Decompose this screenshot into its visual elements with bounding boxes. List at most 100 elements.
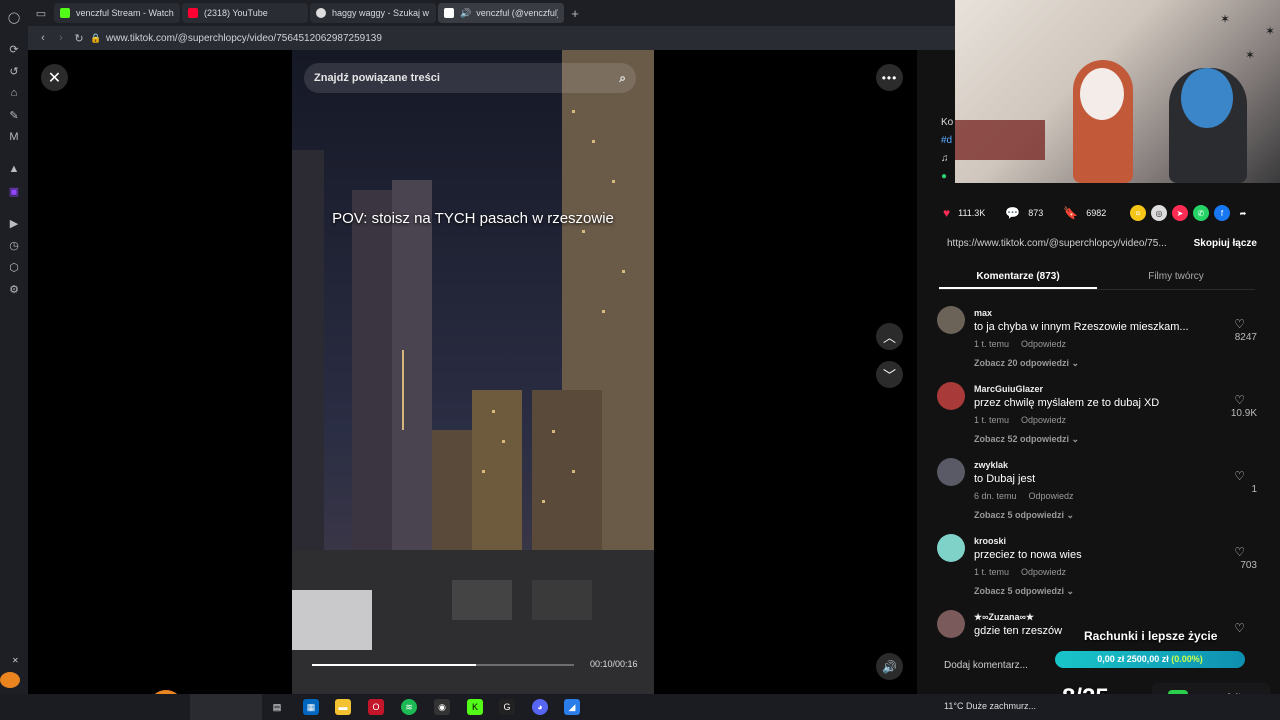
settings-icon[interactable]: ⚙ xyxy=(3,278,25,300)
location-icon[interactable]: ● xyxy=(941,168,953,186)
volume-button[interactable]: 🔊 xyxy=(876,653,903,680)
kick-icon[interactable]: K xyxy=(467,699,483,715)
heart-outline-icon[interactable]: ♡ xyxy=(1234,545,1245,559)
view-replies-button[interactable]: Zobacz 52 odpowiedzi xyxy=(974,434,1069,444)
obs-icon[interactable]: ◉ xyxy=(434,699,450,715)
address-bar: ‹ › ↻ 🔒 www.tiktok.com/@superchlopcy/vid… xyxy=(28,26,955,50)
heart-outline-icon[interactable]: ♡ xyxy=(1234,469,1245,483)
tab-tiktok[interactable]: 🔊 venczful (@venczful) xyxy=(438,3,564,23)
heart-outline-icon[interactable]: ♡ xyxy=(1234,317,1245,331)
new-tab-button[interactable]: + xyxy=(566,6,584,21)
whatsapp-icon[interactable]: ✆ xyxy=(1193,205,1209,221)
tab-youtube[interactable]: (2318) YouTube xyxy=(182,3,308,23)
taskbar-search[interactable] xyxy=(190,694,262,720)
video-viewer: ✕ ••• ︿ ﹀ 🔊 Znajdź powiązane treści ⌕ PO… xyxy=(28,50,917,694)
reply-button[interactable]: Odpowiedz xyxy=(1021,339,1066,349)
video-player[interactable]: Znajdź powiązane treści ⌕ POV: stoisz na… xyxy=(292,50,654,694)
comment-username[interactable]: zwyklak xyxy=(974,460,1008,470)
bookmark-icon[interactable]: 🔖 xyxy=(1063,206,1078,220)
avatar[interactable] xyxy=(937,458,965,486)
send-icon[interactable]: ➤ xyxy=(1172,205,1188,221)
clock-icon[interactable]: ◷ xyxy=(3,234,25,256)
app-icon-blue[interactable]: ◢ xyxy=(564,699,580,715)
forward-icon[interactable]: › xyxy=(52,32,70,44)
avatar[interactable] xyxy=(937,610,965,638)
search-icon[interactable]: ⌕ xyxy=(619,71,626,86)
comment-like-count: 8247 xyxy=(1234,332,1257,343)
twitch-icon[interactable]: ▣ xyxy=(3,180,25,202)
task-view-icon[interactable]: ▤ xyxy=(269,699,285,715)
opera-icon[interactable]: O xyxy=(368,699,384,715)
avatar[interactable] xyxy=(937,382,965,410)
close-button[interactable]: ✕ xyxy=(41,64,68,91)
share-arrow-icon[interactable]: ➦ xyxy=(1235,205,1251,221)
history-sidebar-icon[interactable]: ↺ xyxy=(3,60,25,82)
extensions-icon[interactable]: ⬡ xyxy=(3,256,25,278)
view-replies-button[interactable]: Zobacz 5 odpowiedzi xyxy=(974,510,1064,520)
mail-icon[interactable]: M xyxy=(3,126,25,148)
facebook-icon[interactable]: f xyxy=(1214,205,1230,221)
chevron-down-icon: ⌄ xyxy=(1071,358,1080,368)
back-icon[interactable]: ‹ xyxy=(34,32,52,44)
view-replies-button[interactable]: Zobacz 20 odpowiedzi xyxy=(974,358,1069,368)
folder-icon[interactable]: ▬ xyxy=(335,699,351,715)
app-icon[interactable]: G xyxy=(499,699,515,715)
discord-icon[interactable]: ◕ xyxy=(532,699,548,715)
avatar[interactable] xyxy=(937,534,965,562)
embed-icon[interactable]: ◎ xyxy=(1151,205,1167,221)
comment-username[interactable]: ★∞Zuzana∞★ xyxy=(974,612,1034,623)
chevron-down-icon: ⌄ xyxy=(1066,586,1075,596)
ai-icon[interactable]: ▲ xyxy=(3,158,25,180)
clown-face-paint xyxy=(1080,68,1124,120)
kick-favicon-icon xyxy=(60,8,70,18)
video-hashtag[interactable]: #d xyxy=(941,132,953,150)
heart-outline-icon[interactable]: ♡ xyxy=(1234,621,1245,635)
google-favicon-icon xyxy=(316,8,326,18)
reply-button[interactable]: Odpowiedz xyxy=(1021,567,1066,577)
related-search-field[interactable]: Znajdź powiązane treści ⌕ xyxy=(304,63,636,93)
add-comment-field[interactable]: Dodaj komentarz... xyxy=(944,660,1028,671)
comment-icon[interactable]: 💬 xyxy=(1005,206,1020,220)
view-replies-button[interactable]: Zobacz 5 odpowiedzi xyxy=(974,586,1064,596)
lock-icon[interactable]: 🔒 xyxy=(88,33,104,44)
tab-google[interactable]: haggy waggy - Szukaj w xyxy=(310,3,436,23)
url-field[interactable]: www.tiktok.com/@superchlopcy/video/75645… xyxy=(106,33,382,44)
weather-widget[interactable]: 11°C Duże zachmurz... xyxy=(944,701,1036,711)
previous-video-button[interactable]: ︿ xyxy=(876,323,903,350)
spotify-icon[interactable]: ≋ xyxy=(401,699,417,715)
shopping-icon[interactable]: ⌂ xyxy=(3,82,25,104)
coin-icon[interactable]: ¤ xyxy=(1130,205,1146,221)
next-video-button[interactable]: ﹀ xyxy=(876,361,903,388)
video-timecode: 00:10/00:16 xyxy=(590,659,638,669)
heart-icon[interactable]: ♥ xyxy=(943,206,950,220)
comment-username[interactable]: krooski xyxy=(974,536,1006,546)
chevron-down-icon: ⌄ xyxy=(1066,510,1075,520)
panel-tabs: Komentarze (873) Filmy twórcy xyxy=(939,264,1255,290)
reply-button[interactable]: Odpowiedz xyxy=(1021,415,1066,425)
copy-link-button[interactable]: Skopiuj łącze xyxy=(1194,238,1257,249)
reply-button[interactable]: Odpowiedz xyxy=(1029,491,1074,501)
refresh-sidebar-icon[interactable]: ⟳ xyxy=(3,38,25,60)
comment-username[interactable]: MarcGuiuGlazer xyxy=(974,384,1043,394)
player-icon[interactable]: ▶ xyxy=(3,212,25,234)
progress-bar[interactable] xyxy=(312,664,574,666)
reload-icon[interactable]: ↻ xyxy=(70,32,88,45)
tab-creator-videos[interactable]: Filmy twórcy xyxy=(1097,264,1255,289)
tab-menu-icon[interactable]: ▭ xyxy=(32,4,50,22)
video-info-line: Ko xyxy=(941,117,954,128)
notes-icon[interactable]: ✎ xyxy=(3,104,25,126)
tab-kick[interactable]: venczful Stream - Watch xyxy=(54,3,180,23)
comment-item: krooski przeciez to nowa wies 1 t. temu O… xyxy=(937,532,1257,608)
comment-username[interactable]: max xyxy=(974,308,992,318)
store-icon[interactable]: ▦ xyxy=(303,699,319,715)
heart-outline-icon[interactable]: ♡ xyxy=(1234,393,1245,407)
opera-logo-icon[interactable]: ◯ xyxy=(3,6,25,28)
spider-icon: ✶ xyxy=(1265,24,1276,38)
comment-text: to ja chyba w innym Rzeszowie mieszkam..… xyxy=(974,321,1189,333)
avatar[interactable] xyxy=(937,306,965,334)
progress-fill xyxy=(312,664,476,666)
tab-comments[interactable]: Komentarze (873) xyxy=(939,264,1097,289)
overlay-close-icon: ✕ xyxy=(12,656,19,665)
music-note-icon[interactable]: ♫ xyxy=(941,150,953,168)
more-options-button[interactable]: ••• xyxy=(876,64,903,91)
